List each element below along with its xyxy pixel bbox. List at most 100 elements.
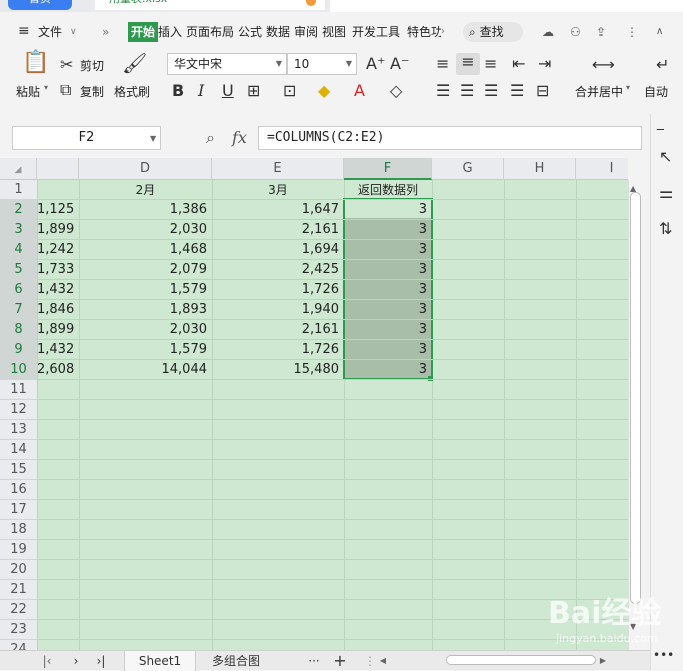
cell-d6[interactable]: 1,579 — [79, 280, 212, 300]
row-header[interactable]: 8 — [0, 320, 37, 340]
row-header[interactable]: 1 — [0, 180, 37, 200]
column-header-f[interactable]: F — [344, 158, 432, 180]
scissors-icon[interactable]: ✂ — [60, 56, 73, 74]
paste-icon[interactable]: 📋 — [22, 52, 49, 74]
cell-e9[interactable]: 1,726 — [212, 340, 344, 360]
justify-icon[interactable]: ☰ — [510, 82, 524, 100]
cell-f10[interactable]: 3 — [344, 360, 432, 380]
cell-e2[interactable]: 1,647 — [212, 200, 344, 220]
cell-c9[interactable]: 1,432 — [37, 340, 79, 360]
zoom-icon[interactable]: ⌕ — [206, 128, 215, 148]
align-bottom-icon[interactable]: ≡ — [484, 55, 497, 73]
row-header[interactable]: 21 — [0, 580, 37, 600]
paste-dropdown-icon[interactable]: ▾ — [44, 83, 48, 92]
column-header-c[interactable] — [37, 158, 79, 180]
workbook-tab[interactable]: 用量表.xlsx — [95, 0, 325, 10]
select-all-corner[interactable]: ◢ — [0, 158, 37, 180]
merge-center-icon[interactable]: ⟷ — [592, 56, 615, 74]
align-middle-icon[interactable]: ≡ — [456, 53, 480, 75]
sheet-tab-sheet1[interactable]: Sheet1 — [124, 651, 196, 671]
row-header[interactable]: 12 — [0, 400, 37, 420]
row-header[interactable]: 20 — [0, 560, 37, 580]
cell-f2[interactable]: 3 — [344, 200, 432, 220]
row-header[interactable]: 2 — [0, 200, 37, 220]
transform-icon[interactable]: ⇅ — [659, 220, 672, 238]
distributed-icon[interactable]: ⊟ — [536, 82, 549, 100]
cell-e3[interactable]: 2,161 — [212, 220, 344, 240]
tab-splitter[interactable]: ⋮ — [364, 651, 376, 671]
row-header[interactable]: 5 — [0, 260, 37, 280]
font-color-icon[interactable]: A — [354, 82, 365, 100]
row-header[interactable]: 10 — [0, 360, 37, 380]
cell-d1[interactable]: 2月 — [79, 180, 212, 200]
cell-c3[interactable]: 1,899 — [37, 220, 79, 240]
cell-d5[interactable]: 2,079 — [79, 260, 212, 280]
more-options-icon[interactable]: ⋮ — [626, 22, 638, 42]
row-header[interactable]: 22 — [0, 600, 37, 620]
cell-e6[interactable]: 1,726 — [212, 280, 344, 300]
first-sheet-icon[interactable]: |‹ — [40, 651, 54, 671]
last-sheet-icon[interactable]: ›| — [94, 651, 108, 671]
fill-color-icon[interactable]: ◆ — [318, 82, 330, 100]
column-header-h[interactable]: H — [504, 158, 576, 180]
share-icon[interactable]: ⇪ — [596, 22, 606, 42]
cell-f1[interactable]: 返回数据列 — [344, 180, 432, 200]
format-painter-button[interactable]: 格式刷 — [114, 83, 150, 100]
cell-d2[interactable]: 1,386 — [79, 200, 212, 220]
align-right-icon[interactable]: ☰ — [484, 82, 498, 100]
clear-format-icon[interactable]: ◇ — [390, 82, 402, 100]
horizontal-scroll-thumb[interactable] — [446, 655, 596, 665]
file-menu[interactable]: 文件 — [38, 22, 62, 42]
row-header[interactable]: 23 — [0, 620, 37, 640]
cell-f9[interactable]: 3 — [344, 340, 432, 360]
column-header-e[interactable]: E — [212, 158, 344, 180]
bold-icon[interactable]: B — [172, 82, 184, 100]
cell-d3[interactable]: 2,030 — [79, 220, 212, 240]
tab-data[interactable]: 数据 — [266, 22, 290, 42]
row-header[interactable]: 13 — [0, 420, 37, 440]
cell-e4[interactable]: 1,694 — [212, 240, 344, 260]
row-header[interactable]: 9 — [0, 340, 37, 360]
cell-d9[interactable]: 1,579 — [79, 340, 212, 360]
chevron-down-icon[interactable]: ∨ — [70, 22, 77, 42]
row-header[interactable]: 24 — [0, 640, 37, 650]
tab-review[interactable]: 审阅 — [294, 22, 318, 42]
cell-d7[interactable]: 1,893 — [79, 300, 212, 320]
tab-formulas[interactable]: 公式 — [238, 22, 262, 42]
cut-button[interactable]: 剪切 — [80, 57, 104, 74]
row-header[interactable]: 16 — [0, 480, 37, 500]
cell-f6[interactable]: 3 — [344, 280, 432, 300]
cell-e7[interactable]: 1,940 — [212, 300, 344, 320]
next-sheet-icon[interactable]: › — [70, 651, 82, 671]
tab-view[interactable]: 视图 — [322, 22, 346, 42]
row-header[interactable]: 7 — [0, 300, 37, 320]
cell-c5[interactable]: 1,733 — [37, 260, 79, 280]
merge-center-button[interactable]: 合并居中 — [575, 83, 623, 100]
row-header[interactable]: 3 — [0, 220, 37, 240]
cell-c6[interactable]: 1,432 — [37, 280, 79, 300]
borders-icon[interactable]: ⊞ — [247, 82, 260, 100]
cloud-sync-icon[interactable]: ☁ — [542, 22, 554, 42]
cell-e1[interactable]: 3月 — [212, 180, 344, 200]
cell-c7[interactable]: 1,846 — [37, 300, 79, 320]
tab-special[interactable]: 特色功 — [407, 22, 441, 42]
tab-insert[interactable]: 插入 — [158, 22, 182, 42]
cell-c10[interactable]: 2,608 — [37, 360, 79, 380]
font-size-select[interactable]: 10 ▼ — [287, 53, 357, 75]
indent-decrease-icon[interactable]: ⇤ — [512, 55, 525, 73]
italic-icon[interactable]: I — [198, 82, 204, 100]
cell-f5[interactable]: 3 — [344, 260, 432, 280]
cell-f4[interactable]: 3 — [344, 240, 432, 260]
home-tab[interactable]: 首页 — [8, 0, 72, 10]
scroll-left-icon[interactable]: ◀ — [378, 651, 388, 671]
format-painter-icon[interactable]: 🖌 — [122, 53, 147, 73]
panel-collapse-icon[interactable]: ⎯ — [657, 120, 664, 138]
cell-d4[interactable]: 1,468 — [79, 240, 212, 260]
cell-f7[interactable]: 3 — [344, 300, 432, 320]
align-top-icon[interactable]: ≡ — [436, 55, 449, 73]
row-header[interactable]: 15 — [0, 460, 37, 480]
tab-start[interactable]: 开始 — [128, 22, 159, 42]
scroll-up-icon[interactable]: ▲ — [630, 180, 636, 198]
tab-developer[interactable]: 开发工具 — [352, 22, 400, 42]
more-icon[interactable]: ••• — [653, 646, 674, 664]
